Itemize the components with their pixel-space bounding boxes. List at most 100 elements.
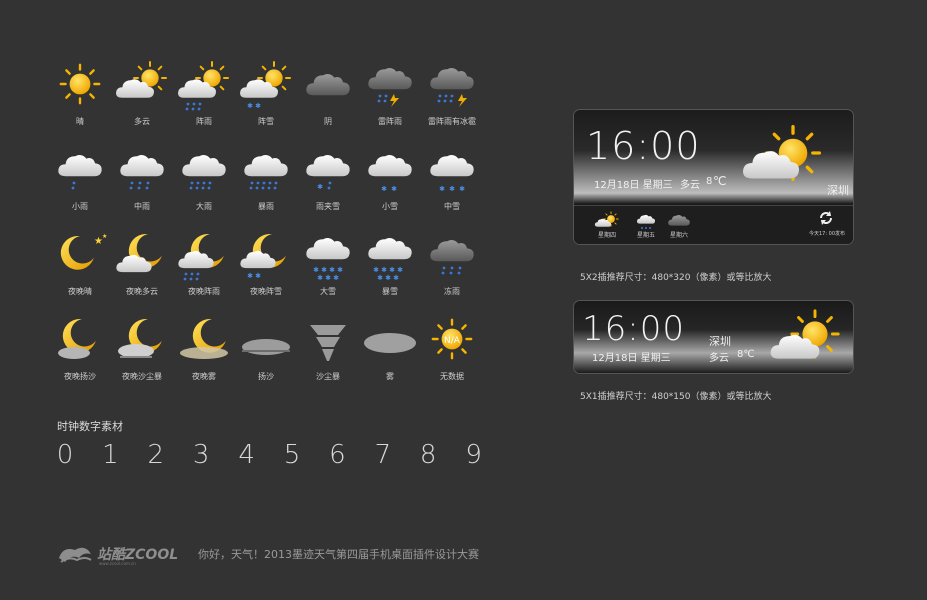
night-clear-icon: ★ ★ (60, 233, 107, 270)
weather-icon-cell: ✱ ✱ ✱ 中雪 (422, 143, 482, 213)
forecast-day1-label: 星期四 (597, 232, 616, 239)
widget-5x2-preview: 16:00 12月18日 星期三 多云 8 ℃ 深圳 星期四 星期五 星期六 今… (574, 110, 853, 244)
svg-text:✱: ✱ (391, 185, 397, 193)
widget-5x1-preview: 16:00 12月18日 星期三 深圳 多云 8℃ (574, 301, 853, 373)
weather-icon-label: 雷阵雨有冰雹 (428, 117, 476, 126)
forecast-day2-icon (636, 214, 656, 229)
no-data-text: N/A (444, 336, 461, 346)
weather-icon-cell: 多云 (112, 58, 172, 128)
weather-icon-cell: ✱ ✱ ✱ ✱ ✱ ✱ ✱ 大雪 (298, 228, 358, 298)
weather-icon-cell: 大雨 (174, 143, 234, 213)
forecast-strip: 星期四 星期五 星期六 今天17: 00发布 (574, 205, 853, 244)
weather-icon-cell: 扬沙 (236, 313, 296, 383)
svg-text:✱: ✱ (333, 274, 339, 282)
clock-digit: 3 (192, 440, 210, 470)
svg-text:✱: ✱ (337, 266, 343, 274)
thunderstorm-icon (368, 68, 412, 107)
light-rain-icon (58, 155, 102, 190)
weather-icon-label: 中雪 (444, 202, 460, 211)
weather-icon-cell: ✱ 雨夹雪 (298, 143, 358, 213)
svg-text:✱: ✱ (381, 266, 387, 274)
forecast-day3-label: 星期六 (669, 232, 688, 239)
svg-text:✱: ✱ (449, 185, 455, 193)
heavy-rain-icon (182, 155, 226, 190)
weather-icon-cell: 雷阵雨有冰雹 (422, 58, 482, 128)
svg-text:✱: ✱ (247, 272, 253, 280)
svg-text:✱: ✱ (255, 272, 261, 280)
night-sandstorm-icon (118, 318, 162, 358)
svg-text:✱: ✱ (255, 102, 261, 110)
clock-digit: 2 (147, 440, 165, 470)
widget2-date: 12月18日 星期三 (592, 353, 671, 364)
weather-icon-cell: 晴 (50, 58, 110, 128)
night-dust-icon (58, 318, 96, 359)
weather-icon-cell: ★ ★ 夜晚晴 (50, 228, 110, 298)
widget2-city: 深圳 (709, 335, 731, 348)
light-snow-icon: ✱ ✱ (368, 155, 412, 193)
night-cloudy-icon (116, 233, 162, 273)
clock-digit: 8 (419, 440, 437, 470)
svg-text:✱: ✱ (393, 274, 399, 282)
weather-icon-cell: 阵雨 (174, 58, 234, 128)
weather-icon-cell: ✱ ✱ ✱ ✱ ✱ ✱ ✱ 暴雪 (360, 228, 420, 298)
widget-weather: 多云 (680, 180, 700, 191)
snow-shower-icon: ✱ ✱ (240, 61, 291, 110)
weather-icon-cell: N/A 无数据 (422, 313, 482, 383)
weather-icon-cell: 冻雨 (422, 228, 482, 298)
weather-icon-cell: ✱ ✱ 阵雪 (236, 58, 296, 128)
svg-text:✱: ✱ (381, 185, 387, 193)
clock-digit: 1 (102, 440, 119, 470)
widget-temp: 8 (706, 176, 713, 187)
svg-text:✱: ✱ (321, 266, 327, 274)
widget2-temp: 8℃ (737, 349, 755, 360)
clock-digit: 9 (465, 440, 482, 470)
widget-city: 深圳 (827, 184, 849, 197)
zcool-logo-sub: www.zcool.com.cn (99, 561, 136, 566)
svg-text:✱: ✱ (317, 274, 323, 282)
refresh-label: 今天17: 00发布 (809, 231, 845, 237)
svg-text:✱: ✱ (247, 102, 253, 110)
night-snow-shower-icon: ✱ ✱ (240, 233, 286, 280)
snowstorm-icon: ✱ ✱ ✱ ✱✱ ✱ ✱ (368, 238, 412, 282)
cloudy-sun-icon (770, 309, 840, 359)
svg-text:✱: ✱ (377, 274, 383, 282)
weather-icon-cell: ✱ ✱ 夜晚阵雪 (236, 228, 296, 298)
weather-icon-cell: 雾 (360, 313, 420, 383)
weather-icon-cell: 小雨 (50, 143, 110, 213)
cloudy-sun-icon (743, 124, 822, 182)
thunder-hail-icon (430, 68, 474, 107)
weather-icon-cell: 阴 (298, 58, 358, 128)
clock-digit: 4 (238, 440, 255, 470)
sunny-icon (59, 63, 101, 105)
weather-icon-cell: ✱ ✱ 小雪 (360, 143, 420, 213)
weather-icon-label: 冻雨 (444, 287, 460, 296)
storm-rain-icon (244, 155, 288, 190)
forecast-day1-icon (594, 211, 619, 227)
clock-digits: 0123456789 (50, 440, 490, 480)
weather-icon-cell: 夜晚雾 (174, 313, 234, 383)
svg-text:✱: ✱ (329, 266, 335, 274)
widget2-time: 16:00 (582, 309, 685, 349)
svg-text:✱: ✱ (459, 185, 465, 193)
weather-icon-cell: 夜晚扬沙 (50, 313, 110, 383)
weather-icon-cell: 沙尘暴 (298, 313, 358, 383)
widget2-weather: 多云 (709, 353, 729, 364)
svg-text:✱: ✱ (389, 266, 395, 274)
widget-5x1-note: 5X1插推荐尺寸：480*150（像素）或等比放大 (580, 392, 772, 402)
weather-icon-cell: 夜晚多云 (112, 228, 172, 298)
no-data-icon: N/A (431, 318, 473, 360)
sleet-icon: ✱ (306, 155, 350, 191)
refresh-icon[interactable] (818, 210, 834, 226)
night-shower-icon (178, 233, 224, 281)
weather-icon-cell: 暴雨 (236, 143, 296, 213)
clock-digit: 0 (56, 440, 74, 470)
widget-date: 12月18日 星期三 (594, 180, 673, 191)
partly-cloudy-icon (116, 61, 167, 98)
moderate-rain-icon (120, 155, 164, 190)
forecast-day3-icon (668, 215, 690, 226)
blowing-sand-icon (242, 339, 290, 355)
weather-icon-cell: 雷阵雨 (360, 58, 420, 128)
night-fog-icon (180, 318, 228, 359)
clock-digit: 6 (329, 440, 346, 470)
widget-5x2-note: 5X2插推荐尺寸：480*320（像素）或等比放大 (580, 273, 772, 283)
